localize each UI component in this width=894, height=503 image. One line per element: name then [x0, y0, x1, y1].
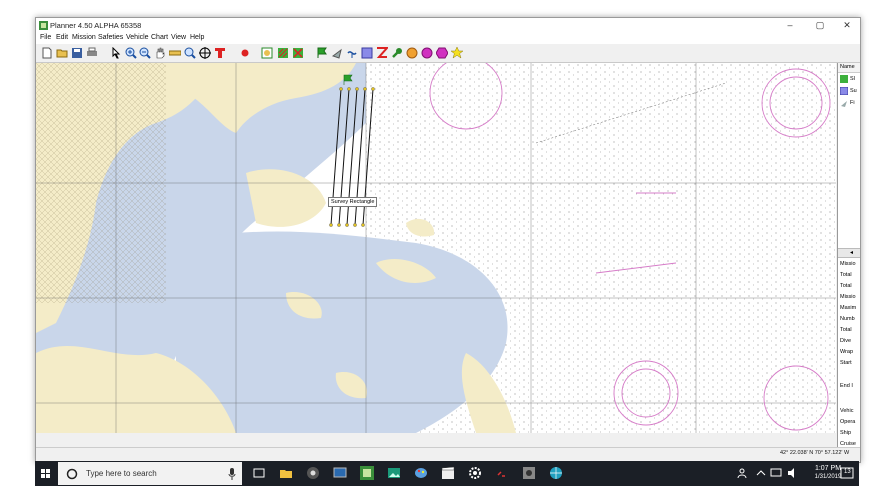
- property-label: Wrap: [840, 349, 854, 355]
- settings-icon[interactable]: [467, 465, 483, 481]
- property-label: End I: [840, 383, 853, 389]
- flag-icon: [840, 75, 848, 83]
- magenta-hexagon-icon[interactable]: [436, 47, 448, 59]
- property-label: Ship: [840, 430, 852, 436]
- settings-gear-app-icon[interactable]: [305, 465, 321, 481]
- title-bar[interactable]: Planner 4.50 ALPHA 65358 – ▢ ✕: [36, 18, 860, 33]
- panel-scrollbar[interactable]: ◂: [838, 248, 860, 258]
- magenta-circle-icon[interactable]: [421, 47, 433, 59]
- orange-circle-icon[interactable]: [406, 47, 418, 59]
- crosshair-icon[interactable]: [199, 47, 211, 59]
- file-explorer-icon[interactable]: [278, 465, 294, 481]
- mission-tree-item[interactable]: Fi: [839, 98, 860, 108]
- menu-mission[interactable]: Mission: [72, 34, 96, 41]
- wrench-icon[interactable]: [391, 47, 403, 59]
- menu-view[interactable]: View: [171, 34, 186, 41]
- panel-header: Name: [838, 63, 860, 73]
- flag-icon[interactable]: [316, 47, 328, 59]
- menu-help[interactable]: Help: [190, 34, 204, 41]
- property-label: Missio: [840, 261, 856, 267]
- measure-ruler-icon[interactable]: [169, 47, 181, 59]
- property-label: Missio: [840, 294, 856, 300]
- close-button[interactable]: ✕: [833, 18, 860, 33]
- property-label: Vehic: [840, 408, 854, 414]
- task-view-icon[interactable]: [251, 465, 267, 481]
- windows-start-icon[interactable]: [35, 461, 57, 486]
- cortana-circle-icon: [66, 468, 78, 480]
- text-tool-icon[interactable]: [214, 47, 226, 59]
- window-title: Planner 4.50 ALPHA 65358: [50, 21, 142, 30]
- notification-count: 13: [844, 469, 851, 475]
- open-folder-icon[interactable]: [56, 47, 68, 59]
- monitor-app-icon[interactable]: [332, 465, 348, 481]
- no-go-icon[interactable]: [292, 47, 304, 59]
- mission-tree-item[interactable]: Su: [839, 86, 860, 96]
- print-icon[interactable]: [86, 47, 98, 59]
- survey-rectangle-label[interactable]: Survey Rectangle: [328, 197, 378, 207]
- zoom-in-icon[interactable]: [125, 47, 137, 59]
- people-tray-icon[interactable]: [735, 465, 751, 481]
- property-label: Total: [840, 272, 852, 278]
- property-label: Opera: [840, 419, 856, 425]
- menu-chart[interactable]: Chart: [151, 34, 168, 41]
- mission-tree-item[interactable]: Sl: [839, 74, 860, 84]
- property-label: Dive: [840, 338, 852, 344]
- menu-safeties[interactable]: Safeties: [98, 34, 123, 41]
- microphone-icon: [228, 468, 236, 480]
- property-label: Start: [840, 360, 852, 366]
- volume-icon[interactable]: [785, 465, 801, 481]
- property-label: Total: [840, 327, 852, 333]
- vehicle-icon[interactable]: [331, 47, 343, 59]
- depth-icon[interactable]: [346, 47, 358, 59]
- property-label: Total: [840, 283, 852, 289]
- zoom-area-icon[interactable]: [184, 47, 196, 59]
- minimize-button[interactable]: –: [776, 18, 804, 33]
- globe-app-icon[interactable]: [548, 465, 564, 481]
- property-label: Numb: [840, 316, 855, 322]
- media-app-icon[interactable]: [521, 465, 537, 481]
- drawing-app-icon[interactable]: [413, 465, 429, 481]
- vehicle-icon: [841, 101, 847, 107]
- mission-side-panel: Name Sl Su Fi ◂ Missio Total Total Missi…: [837, 63, 860, 447]
- photo-app-icon[interactable]: [386, 465, 402, 481]
- save-icon[interactable]: [71, 47, 83, 59]
- chart-canvas: [36, 63, 836, 433]
- marker-icon[interactable]: [239, 47, 251, 59]
- waypoint-grid-icon[interactable]: [261, 47, 273, 59]
- menu-vehicle[interactable]: Vehicle: [126, 34, 149, 41]
- toolbar: [36, 44, 860, 63]
- property-label: Maxim: [840, 305, 857, 311]
- pan-hand-icon[interactable]: [154, 47, 166, 59]
- notification-icon[interactable]: 13: [839, 465, 855, 481]
- z-icon[interactable]: [376, 47, 388, 59]
- star-icon[interactable]: [451, 47, 463, 59]
- survey-lines-icon[interactable]: [277, 47, 289, 59]
- chevron-up-icon[interactable]: [753, 465, 769, 481]
- taskbar-search-box[interactable]: Type here to search: [58, 462, 242, 485]
- square-region-icon[interactable]: [361, 47, 373, 59]
- pointer-icon[interactable]: [110, 47, 122, 59]
- nautical-chart-map[interactable]: Survey Rectangle: [36, 63, 836, 433]
- menu-edit[interactable]: Edit: [56, 34, 68, 41]
- app-icon: [39, 21, 48, 30]
- maximize-button[interactable]: ▢: [806, 18, 834, 33]
- survey-square-icon: [840, 87, 848, 95]
- windows-taskbar: Type here to search 1:07 PM 1/31/2019 13: [35, 461, 859, 486]
- search-placeholder: Type here to search: [86, 469, 157, 478]
- planner-window: Planner 4.50 ALPHA 65358 – ▢ ✕ File Edit…: [35, 17, 861, 463]
- zoom-out-icon[interactable]: [139, 47, 151, 59]
- new-file-icon[interactable]: [41, 47, 53, 59]
- planner-app-icon[interactable]: [359, 465, 375, 481]
- clapper-app-icon[interactable]: [440, 465, 456, 481]
- network-icon[interactable]: [768, 465, 784, 481]
- menu-bar: File Edit Mission Safeties Vehicle Chart…: [36, 33, 860, 44]
- coordinate-readout: 42° 22.038' N 70° 57.122' W: [780, 450, 850, 456]
- menu-file[interactable]: File: [40, 34, 51, 41]
- terminal-app-icon[interactable]: [494, 465, 510, 481]
